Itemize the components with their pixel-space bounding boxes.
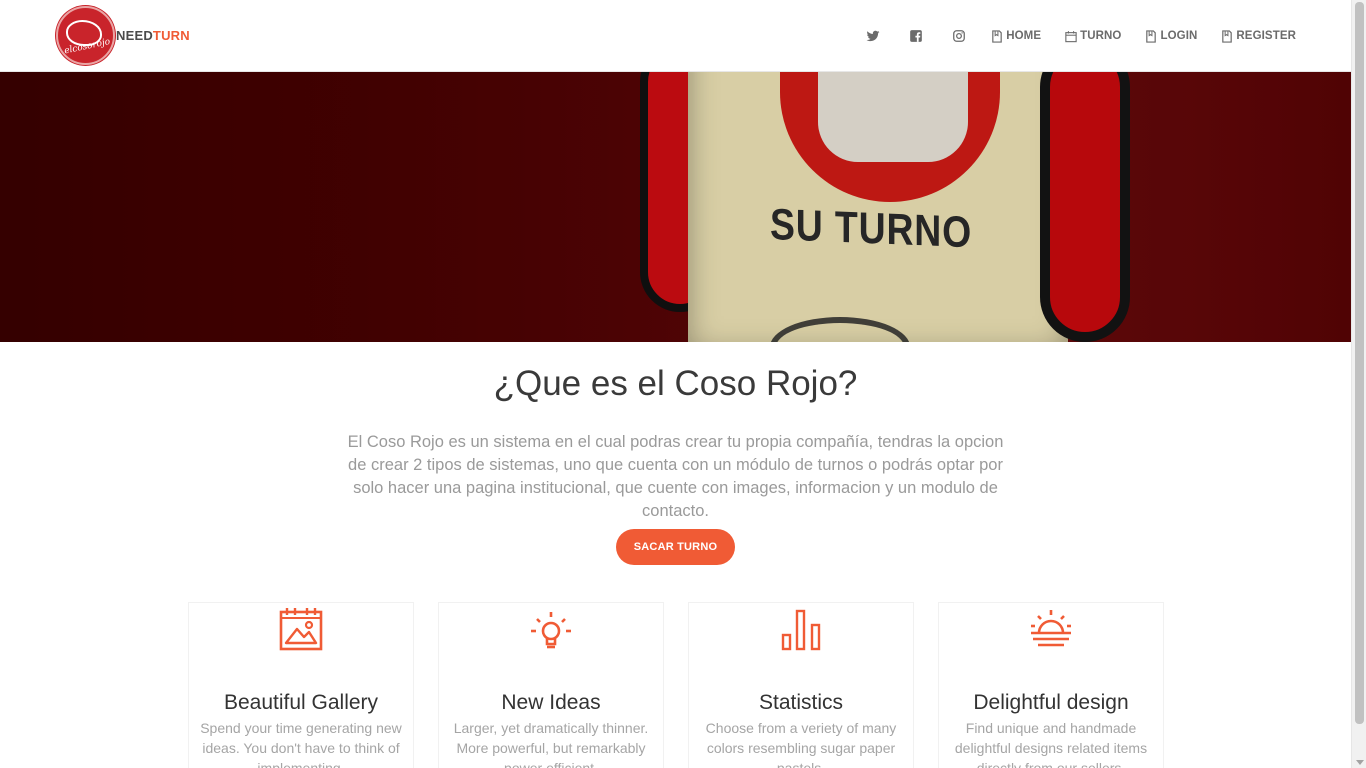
brand-name-part2: TURN <box>152 28 190 43</box>
feature-card: New Ideas Larger, yet dramatically thinn… <box>438 602 664 768</box>
nav-home-link[interactable]: HOME <box>991 29 1042 43</box>
scroll-down-arrow-icon[interactable] <box>1356 760 1364 765</box>
feature-title: Delightful design <box>973 691 1129 714</box>
navbar: elcosorojo NEEDTURN HOME TURNO LOGIN REG… <box>0 0 1351 72</box>
sacar-turno-button[interactable]: SACAR TURNO <box>616 529 735 565</box>
about-title: ¿Que es el Coso Rojo? <box>493 364 858 403</box>
main-nav: HOME TURNO LOGIN REGISTER <box>838 26 1296 46</box>
nav-turno-label: TURNO <box>1080 30 1122 42</box>
hero-overlay <box>0 72 1351 342</box>
feature-card: Beautiful Gallery Spend your time genera… <box>188 602 414 768</box>
nav-login-link[interactable]: LOGIN <box>1145 29 1198 43</box>
vertical-scrollbar[interactable] <box>1351 0 1366 768</box>
gallery-icon <box>279 608 323 651</box>
feature-card: Statistics Choose from a veriety of many… <box>688 602 914 768</box>
logo: elcosorojo <box>56 6 115 65</box>
brand-link[interactable]: elcosorojo NEEDTURN <box>56 6 190 65</box>
bar-chart-icon <box>781 609 821 651</box>
brand-name-part1: NEED <box>116 28 153 43</box>
feature-title: Statistics <box>758 691 844 714</box>
nav-register-label: REGISTER <box>1236 30 1296 42</box>
feature-description: Larger, yet dramatically thinner. More p… <box>453 720 649 768</box>
brand-name: NEEDTURN <box>116 28 190 43</box>
nav-home-label: HOME <box>1006 30 1042 42</box>
feature-description: Find unique and handmade delightful desi… <box>954 720 1148 768</box>
calendar-icon <box>1065 30 1077 42</box>
scrollbar-thumb[interactable] <box>1355 2 1364 724</box>
twitter-icon[interactable] <box>865 28 881 44</box>
hero-banner: SU TURNO <box>0 72 1351 342</box>
page-icon <box>1146 29 1157 43</box>
feature-description: Choose from a veriety of many colors res… <box>705 720 897 768</box>
nav-turno-link[interactable]: TURNO <box>1065 30 1121 43</box>
page-icon <box>1222 29 1233 43</box>
instagram-icon[interactable] <box>951 28 967 44</box>
nav-register-link[interactable]: REGISTER <box>1221 29 1296 43</box>
facebook-icon[interactable] <box>908 28 924 44</box>
features-section: Beautiful Gallery Spend your time genera… <box>188 602 1164 768</box>
feature-title: Beautiful Gallery <box>223 691 379 714</box>
lightbulb-icon <box>531 612 571 649</box>
nav-login-label: LOGIN <box>1160 30 1198 42</box>
about-description: El Coso Rojo es un sistema en el cual po… <box>347 433 1004 520</box>
feature-title: New Ideas <box>501 691 601 714</box>
sunrise-icon <box>1031 610 1071 647</box>
feature-description: Spend your time generating new ideas. Yo… <box>200 720 402 768</box>
page-icon <box>992 29 1002 43</box>
feature-card: Delightful design Find unique and handma… <box>938 602 1164 768</box>
